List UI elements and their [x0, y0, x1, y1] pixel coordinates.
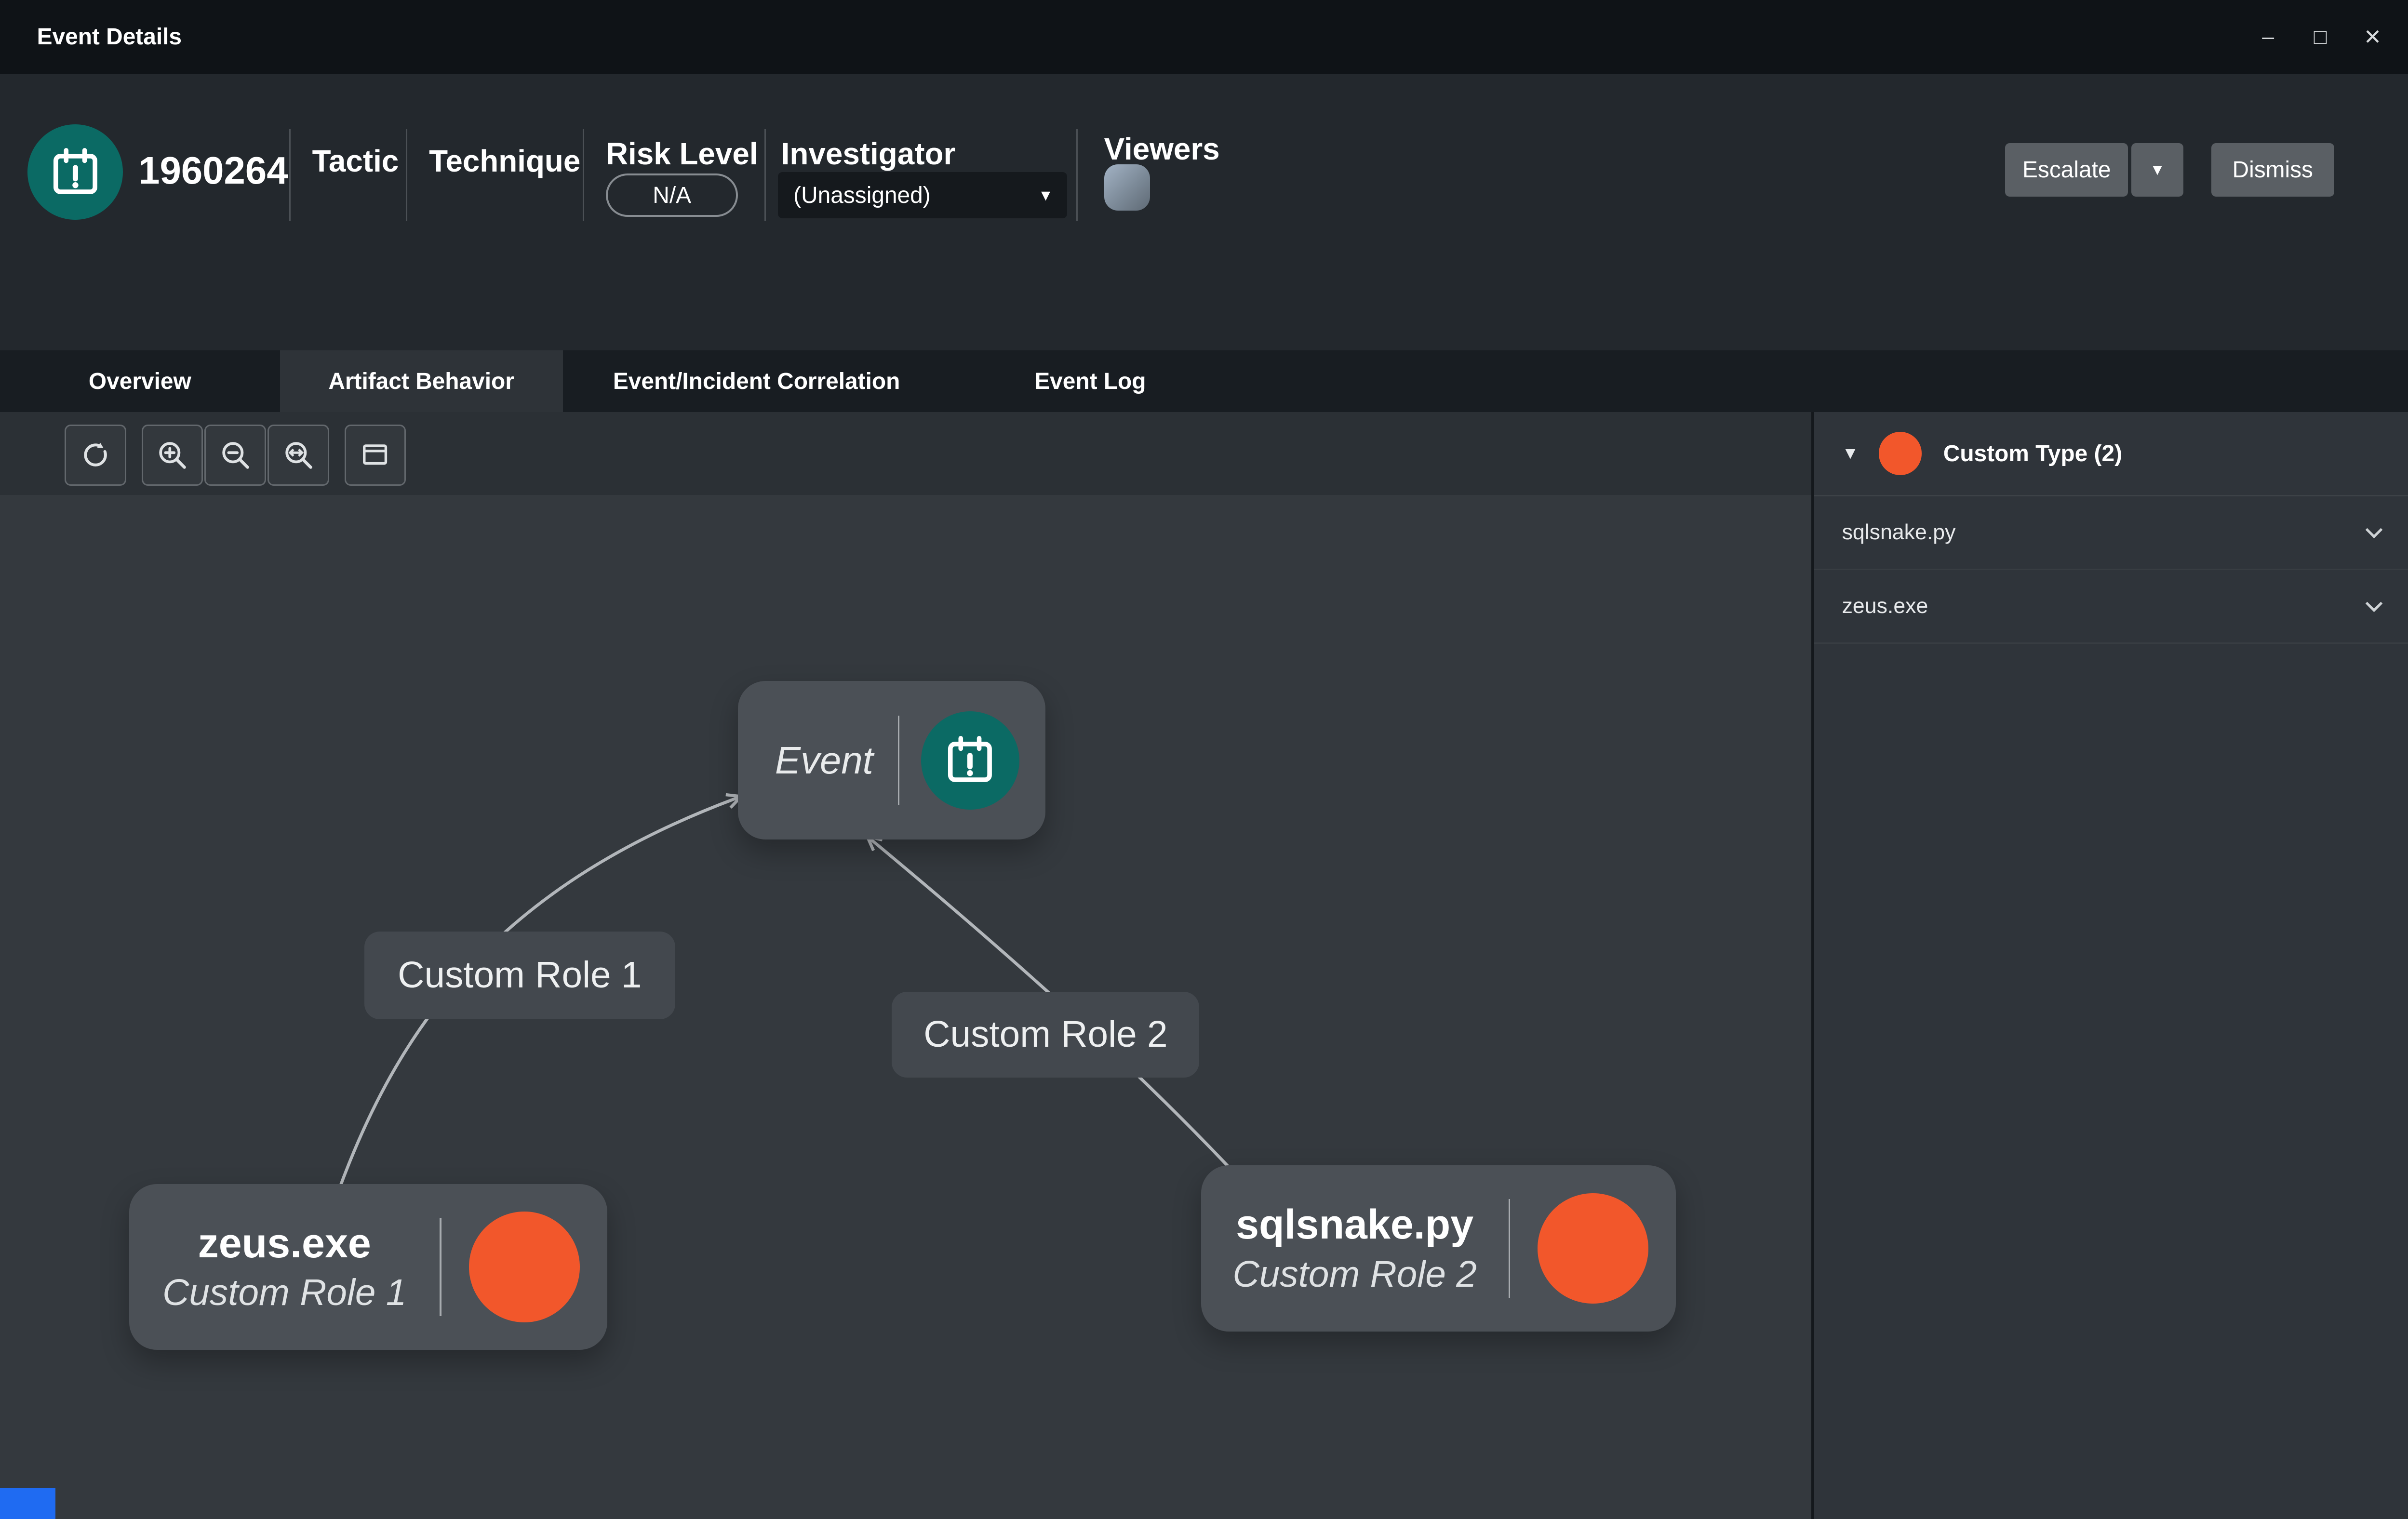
refresh-icon [79, 438, 112, 472]
artifact-title: zeus.exe [198, 1220, 371, 1267]
collapse-caret-icon[interactable]: ▼ [1842, 444, 1859, 463]
zoom-in-button[interactable] [142, 425, 203, 486]
chevron-down-icon: ▼ [1038, 187, 1054, 204]
legend-sidebar: ▼ Custom Type (2) sqlsnake.py zeus.exe [1811, 412, 2408, 1519]
tab-artifact-behavior[interactable]: Artifact Behavior [280, 350, 563, 412]
risk-level-badge: N/A [606, 173, 738, 216]
viewers-label: Viewers [1104, 129, 1220, 169]
artifact-node-sqlsnake[interactable]: sqlsnake.py Custom Role 2 [1201, 1165, 1676, 1332]
custom-type-icon [1538, 1193, 1648, 1304]
investigator-select[interactable]: (Unassigned) ▼ [778, 172, 1067, 218]
risk-level-label: Risk Level [606, 134, 758, 174]
fit-to-screen-icon [281, 438, 315, 472]
header-divider [289, 129, 291, 221]
fit-to-screen-button[interactable] [268, 425, 329, 486]
sidebar-item-zeus[interactable]: zeus.exe [1814, 570, 2408, 644]
artifact-node-zeus[interactable]: zeus.exe Custom Role 1 [129, 1184, 607, 1350]
sidebar-item-label: sqlsnake.py [1842, 520, 1956, 545]
custom-type-icon [469, 1212, 580, 1322]
technique-label: Technique [429, 141, 580, 181]
panel-layout-icon [358, 438, 392, 472]
window-title: Event Details [37, 24, 182, 50]
header-actions: Escalate ▼ Dismiss [2005, 143, 2334, 197]
sidebar-item-sqlsnake[interactable]: sqlsnake.py [1814, 496, 2408, 570]
window-controls: – □ ✕ [2242, 0, 2398, 74]
maximize-button[interactable]: □ [2294, 0, 2346, 74]
minimize-button[interactable]: – [2242, 0, 2294, 74]
zoom-in-icon [155, 438, 189, 472]
edge-label-custom-role-2: Custom Role 2 [892, 992, 1199, 1078]
artifact-title: sqlsnake.py [1236, 1201, 1473, 1249]
header-divider [764, 129, 766, 221]
chevron-down-icon[interactable] [2362, 594, 2386, 619]
investigator-value: (Unassigned) [793, 182, 931, 209]
event-header: 1960264 Tactic Technique Risk Level N/A … [0, 74, 2408, 350]
dismiss-button[interactable]: Dismiss [2211, 143, 2334, 197]
node-divider [1509, 1199, 1510, 1297]
header-divider [1076, 129, 1078, 221]
tactic-label: Tactic [312, 141, 399, 181]
chevron-down-icon[interactable] [2362, 520, 2386, 545]
custom-type-group-header[interactable]: ▼ Custom Type (2) [1814, 412, 2408, 496]
header-divider [406, 129, 407, 221]
tab-event-incident-correlation[interactable]: Event/Incident Correlation [563, 350, 950, 412]
tab-bar: Overview Artifact Behavior Event/Inciden… [0, 350, 2408, 412]
event-node[interactable]: Event [738, 681, 1045, 839]
node-divider [440, 1218, 441, 1316]
event-details-window: Event Details – □ ✕ 1960264 Tactic Techn… [0, 0, 2408, 1519]
panel-toggle-button[interactable] [345, 425, 406, 486]
behavior-graph-canvas[interactable]: Custom Role 1 Custom Role 2 Event zeus.e… [0, 412, 1811, 1519]
background-window-sliver [0, 1488, 55, 1519]
node-divider [898, 716, 899, 805]
escalate-button[interactable]: Escalate [2005, 143, 2128, 197]
sidebar-item-label: zeus.exe [1842, 594, 1928, 618]
custom-type-icon [1879, 432, 1922, 475]
viewer-avatar [1104, 164, 1150, 211]
zoom-out-icon [218, 438, 252, 472]
zoom-out-button[interactable] [204, 425, 266, 486]
graph-toolbar [0, 412, 1811, 495]
event-node-label: Event [775, 738, 873, 783]
artifact-role: Custom Role 2 [1233, 1253, 1477, 1296]
edge-label-custom-role-1: Custom Role 1 [364, 932, 675, 1019]
header-divider [583, 129, 584, 221]
close-button[interactable]: ✕ [2346, 0, 2398, 74]
tab-event-log[interactable]: Event Log [950, 350, 1231, 412]
group-title: Custom Type (2) [1943, 440, 2122, 467]
tab-overview[interactable]: Overview [0, 350, 280, 412]
escalate-menu-button[interactable]: ▼ [2131, 143, 2183, 197]
titlebar: Event Details – □ ✕ [0, 0, 2408, 74]
reset-view-button[interactable] [65, 425, 126, 486]
investigator-label: Investigator [781, 134, 956, 174]
event-calendar-icon [27, 124, 123, 220]
event-id: 1960264 [138, 147, 288, 194]
artifact-role: Custom Role 1 [162, 1272, 406, 1314]
graph-edges [0, 412, 1811, 1519]
event-calendar-icon [921, 711, 1019, 810]
